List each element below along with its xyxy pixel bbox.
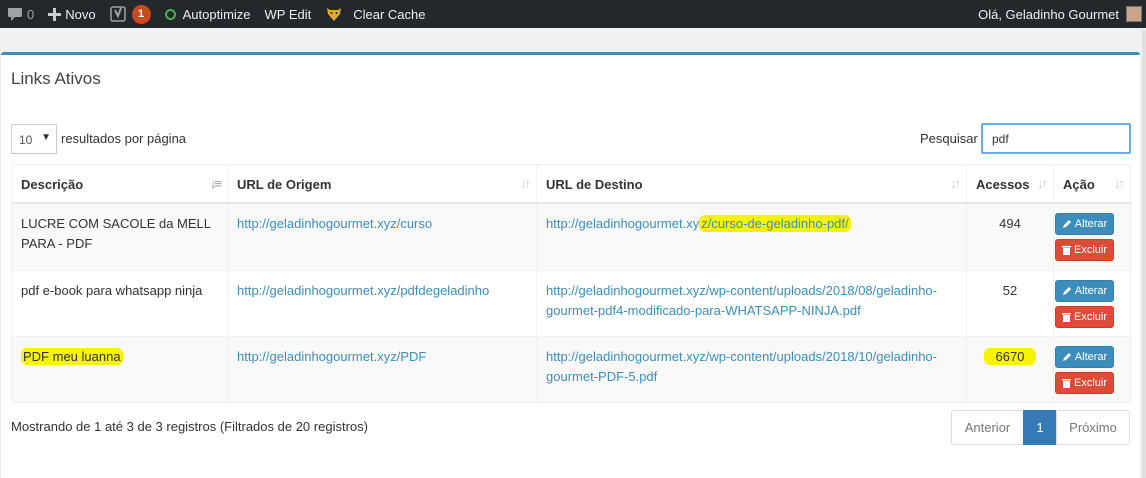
table-row: PDF meu luanna http://geladinhogourmet.x…: [11, 336, 1131, 403]
destination-link[interactable]: http://geladinhogourmet.xyz/wp-content/u…: [546, 349, 937, 384]
comments-count: 0: [27, 6, 35, 22]
trash-icon: [1061, 313, 1071, 322]
search-input[interactable]: [981, 123, 1131, 154]
trash-icon: [1061, 245, 1071, 255]
page-scrollbar[interactable]: [1142, 30, 1146, 478]
autoptimize-menu[interactable]: Autoptimize: [158, 0, 258, 28]
edit-button[interactable]: Alterar: [1055, 346, 1114, 368]
wpedit-label: WP Edit: [264, 6, 312, 22]
edit-button[interactable]: Alterar: [1055, 280, 1114, 302]
status-ring-icon: [164, 8, 176, 20]
sort-alpha-icon: ↓≡: [209, 176, 222, 191]
row-hits: 494: [966, 202, 1054, 271]
new-menu[interactable]: Novo: [41, 0, 102, 28]
pencil-icon: [1062, 287, 1071, 295]
col-hits[interactable]: Acessos ↓↑: [966, 164, 1054, 204]
pagination: Anterior 1 Próximo: [951, 410, 1130, 445]
row-hits: 52: [966, 270, 1054, 337]
edit-button[interactable]: Alterar: [1055, 212, 1114, 235]
destination-link[interactable]: http://geladinhogourmet.xyz/wp-content/u…: [546, 283, 937, 318]
panel-title: Links Ativos: [11, 69, 101, 88]
yoast-badge: 1: [131, 4, 151, 24]
row-description: pdf e-book para whatsapp ninja: [11, 270, 228, 337]
prev-page-button[interactable]: Anterior: [951, 410, 1024, 445]
origin-link[interactable]: http://geladinhogourmet.xyz/PDF: [237, 349, 426, 364]
delete-button[interactable]: Excluir: [1055, 306, 1114, 328]
row-description: PDF meu luanna: [21, 348, 123, 365]
origin-link[interactable]: http://geladinhogourmet.xyz/curso: [237, 216, 432, 231]
origin-link[interactable]: http://geladinhogourmet.xyz/pdfdegeladin…: [237, 283, 489, 298]
caret-down-icon: ▼: [41, 132, 51, 143]
comment-icon: [7, 7, 23, 22]
wpedit-menu[interactable]: WP Edit: [258, 0, 319, 28]
results-per-page-select[interactable]: 10 ▼: [11, 124, 57, 154]
col-origin-url[interactable]: URL de Origem ↓↑: [227, 164, 537, 204]
yoast-menu[interactable]: 1: [103, 0, 158, 28]
admin-bar: 0 Novo 1 Autoptimize WP Edit Clear Cache…: [0, 0, 1146, 28]
yoast-icon: [109, 5, 126, 23]
col-description[interactable]: Descrição ↓≡: [11, 164, 228, 204]
table-row: pdf e-book para whatsapp ninja http://ge…: [11, 270, 1131, 337]
links-panel: Links Ativos 10 ▼ resultados por página …: [1, 52, 1140, 478]
user-menu[interactable]: Olá, Geladinho Gourmet: [978, 6, 1146, 22]
comments-menu[interactable]: 0: [0, 0, 41, 28]
new-label: Novo: [65, 6, 96, 22]
row-description: LUCRE COM SACOLE da MELL PARA - PDF: [11, 202, 228, 271]
highlight-mark: z/curso-de-geladinho-pdf/: [699, 214, 851, 232]
links-table: Descrição ↓≡ URL de Origem ↓↑ URL de Desti…: [11, 164, 1131, 403]
delete-button[interactable]: Excluir: [1055, 238, 1114, 261]
clear-cache-menu[interactable]: Clear Cache: [318, 0, 432, 28]
sort-icon: ↓↑: [950, 176, 961, 191]
table-row: LUCRE COM SACOLE da MELL PARA - PDF http…: [11, 202, 1131, 271]
table-header-row: Descrição ↓≡ URL de Origem ↓↑ URL de Desti…: [11, 164, 1131, 204]
results-per-page-label: resultados por página: [61, 131, 187, 146]
trash-icon: [1061, 379, 1071, 388]
col-action[interactable]: Ação ↓↑: [1053, 164, 1131, 204]
sort-icon: ↓↑: [1114, 176, 1125, 191]
next-page-button[interactable]: Próximo: [1056, 410, 1130, 445]
autoptimize-label: Autoptimize: [182, 6, 251, 22]
results-per-page-value: 10: [19, 133, 33, 147]
row-hits: 6670: [983, 348, 1037, 365]
cheetah-icon: [325, 6, 343, 22]
greeting: Olá, Geladinho Gourmet: [978, 6, 1119, 22]
clear-cache-label: Clear Cache: [353, 6, 426, 22]
search-label: Pesquisar: [920, 131, 978, 146]
pencil-icon: [1062, 353, 1071, 361]
pencil-icon: [1062, 219, 1071, 228]
sort-icon: ↓↑: [520, 176, 531, 191]
col-destination-url[interactable]: URL de Destino ↓↑: [536, 164, 967, 204]
delete-button[interactable]: Excluir: [1055, 372, 1114, 394]
plus-icon: [48, 7, 62, 21]
table-info: Mostrando de 1 até 3 de 3 registros (Fil…: [11, 419, 368, 434]
sort-icon: ↓↑: [1037, 176, 1048, 191]
avatar: [1126, 6, 1142, 22]
current-page-button[interactable]: 1: [1023, 410, 1057, 445]
destination-link[interactable]: http://geladinhogourmet.xy z/curso-de-gel…: [546, 214, 851, 232]
